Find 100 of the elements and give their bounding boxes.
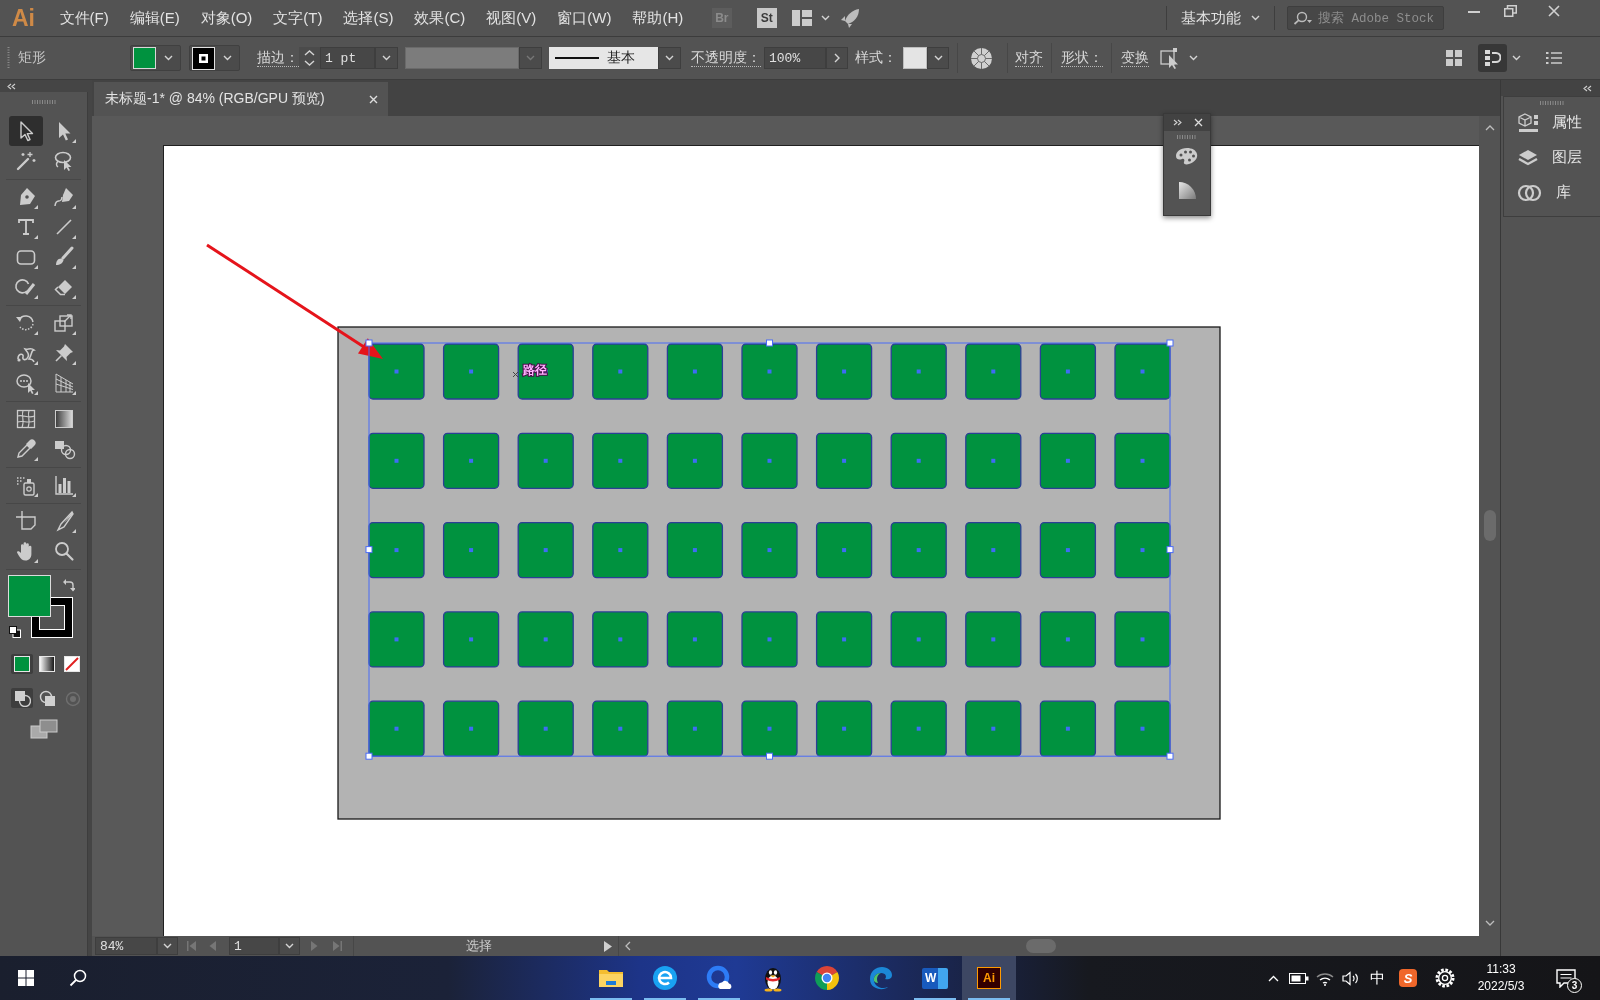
caret-icon[interactable] (1189, 55, 1198, 61)
close-icon[interactable] (369, 94, 378, 104)
rounded-square[interactable] (1114, 521, 1171, 579)
dropdown-button[interactable] (279, 937, 300, 955)
draw-mode-button[interactable] (11, 688, 33, 708)
rounded-square[interactable] (815, 700, 873, 757)
view-toggle-button[interactable] (1478, 44, 1507, 72)
dropdown-button[interactable] (157, 937, 178, 955)
stacked-windows-icon[interactable] (29, 719, 58, 739)
dropdown-button[interactable] (927, 47, 949, 69)
stepper-icon[interactable] (299, 47, 320, 69)
rounded-square[interactable] (666, 343, 724, 400)
rounded-square[interactable] (890, 521, 947, 579)
rounded-square[interactable] (890, 432, 947, 489)
rounded-square[interactable] (1039, 521, 1097, 579)
page-number-field[interactable]: 1 (229, 937, 279, 955)
menu-item[interactable]: 编辑(E) (119, 8, 191, 28)
style-swatch[interactable] (903, 47, 927, 69)
rounded-square[interactable] (666, 611, 724, 668)
window-layout-icon[interactable] (791, 10, 812, 26)
resize-handle[interactable] (1166, 339, 1174, 347)
settings-icon[interactable] (1434, 967, 1456, 989)
rounded-square[interactable] (965, 521, 1022, 579)
rounded-square[interactable] (1114, 432, 1171, 489)
rounded-square[interactable] (368, 432, 425, 489)
caret-icon[interactable] (820, 15, 830, 21)
clock-date[interactable]: 2022/5/3 (1477, 978, 1525, 995)
panel-tab[interactable]: 图层 (1504, 140, 1600, 175)
menu-item[interactable]: 文字(T) (262, 8, 333, 28)
search-icon[interactable] (69, 969, 87, 987)
rounded-square[interactable] (517, 343, 574, 400)
battery-icon[interactable] (1289, 972, 1309, 984)
taskbar-button[interactable]: W (908, 956, 962, 1000)
taskbar-button[interactable]: Ai (962, 956, 1016, 1000)
tool-button[interactable] (9, 116, 43, 146)
triangle-right-icon[interactable] (604, 940, 612, 952)
panel-link[interactable]: 对齐 (1015, 49, 1043, 67)
rounded-square[interactable] (666, 432, 724, 489)
color-mode-button[interactable] (61, 654, 83, 674)
workspace-switcher[interactable]: 基本功能 (1181, 8, 1260, 28)
opacity-link[interactable]: 不透明度： (691, 49, 761, 67)
palette-icon[interactable] (1175, 146, 1199, 166)
dropdown-button[interactable] (375, 47, 398, 69)
scrollbar-thumb[interactable] (1483, 510, 1496, 541)
resize-handle[interactable] (766, 752, 773, 760)
rounded-square[interactable] (815, 611, 873, 668)
rounded-square[interactable] (741, 521, 798, 579)
panel-tab[interactable]: 属性 (1504, 105, 1600, 140)
rounded-square[interactable] (592, 521, 649, 579)
panel-link[interactable]: 形状： (1061, 49, 1103, 67)
fill-swatch[interactable] (8, 575, 51, 617)
rounded-square[interactable] (517, 432, 574, 489)
clock-time[interactable]: 11:33 (1486, 961, 1516, 978)
rounded-square[interactable] (442, 432, 500, 489)
letter-tile[interactable]: S (1399, 969, 1417, 987)
rounded-square[interactable] (666, 700, 724, 757)
rounded-square[interactable] (368, 521, 425, 579)
stroke-dropdown[interactable] (189, 45, 240, 71)
rounded-square[interactable] (442, 343, 500, 400)
opacity-field[interactable]: 100% (764, 47, 826, 69)
speaker-icon[interactable] (1342, 970, 1360, 986)
resize-handle[interactable] (365, 546, 373, 554)
restore-icon[interactable] (1503, 5, 1517, 17)
notification-icon[interactable] (1556, 968, 1576, 988)
zoom-level-field[interactable]: 84% (95, 937, 157, 955)
resize-handle[interactable] (1166, 546, 1174, 554)
double-chevron-icon[interactable] (1583, 84, 1592, 92)
rounded-square[interactable] (815, 521, 873, 579)
panel-tab[interactable]: 库 (1504, 175, 1600, 210)
menu-item[interactable]: 效果(C) (404, 8, 476, 28)
menu-item[interactable]: 选择(S) (333, 8, 404, 28)
rounded-square[interactable] (517, 521, 574, 579)
caret-left-icon[interactable] (625, 941, 631, 951)
swap-arrows-icon[interactable] (62, 578, 75, 592)
rounded-square[interactable] (1039, 700, 1097, 757)
rounded-square[interactable] (1039, 611, 1097, 668)
resize-handle[interactable] (766, 339, 773, 347)
menu-item[interactable]: 帮助(H) (621, 8, 694, 28)
dropdown-button[interactable] (658, 47, 681, 69)
caret-down-icon[interactable] (1484, 920, 1495, 926)
menu-item[interactable]: 窗口(W) (546, 8, 622, 28)
rounded-square[interactable] (815, 343, 873, 400)
rounded-square[interactable] (592, 432, 649, 489)
fill-dropdown[interactable] (130, 45, 181, 71)
scrollbar-thumb[interactable] (1026, 939, 1056, 953)
list-menu-icon[interactable] (1546, 52, 1562, 64)
resize-handle[interactable] (1166, 752, 1174, 760)
menu-item[interactable]: 视图(V) (475, 8, 547, 28)
menu-item[interactable]: 文件(F) (49, 8, 120, 28)
resize-handle[interactable] (365, 752, 373, 760)
color-mode-button[interactable] (36, 654, 58, 674)
caret-icon[interactable] (1512, 55, 1521, 61)
close-icon[interactable] (1194, 118, 1203, 127)
rounded-square[interactable] (1039, 343, 1097, 400)
menu-item[interactable]: 对象(O) (190, 8, 263, 28)
wifi-icon[interactable] (1316, 970, 1334, 986)
rounded-square[interactable] (965, 432, 1022, 489)
color-wheel-icon[interactable] (970, 46, 993, 70)
default-colors-icon[interactable] (9, 626, 21, 638)
rounded-square[interactable] (442, 611, 500, 668)
